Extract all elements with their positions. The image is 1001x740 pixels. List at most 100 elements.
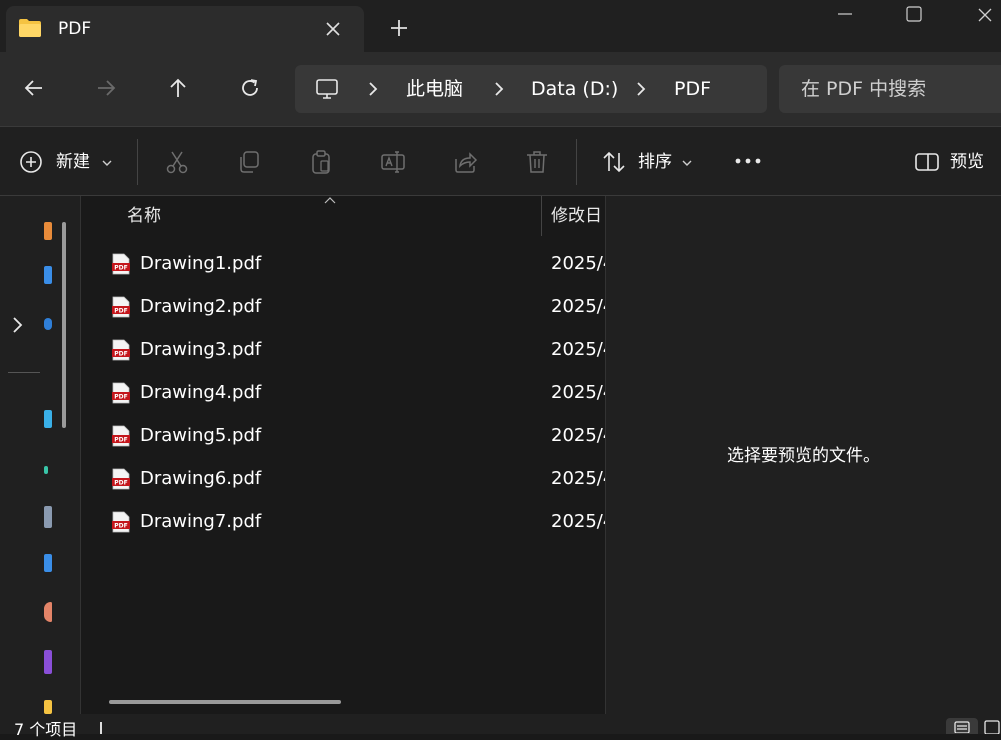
refresh-icon[interactable] bbox=[238, 76, 262, 100]
close-icon[interactable] bbox=[322, 18, 344, 40]
column-header-name[interactable]: 名称 bbox=[127, 204, 161, 228]
preview-button[interactable]: 预览 bbox=[950, 150, 984, 174]
sort-button[interactable]: 排序 bbox=[638, 150, 672, 174]
sort-icon[interactable] bbox=[601, 149, 627, 175]
minimize-icon[interactable] bbox=[834, 6, 856, 22]
navigation-pane bbox=[0, 196, 80, 714]
pictures-icon[interactable] bbox=[44, 554, 52, 572]
nav-scrollbar[interactable] bbox=[62, 222, 66, 428]
close-window-icon[interactable] bbox=[974, 4, 996, 26]
command-bar: 新建 排序 预览 bbox=[0, 126, 1001, 196]
pdf-file-icon: PDF bbox=[112, 339, 130, 361]
pdf-file-icon: PDF bbox=[112, 468, 130, 490]
file-modified-date: 2025/4 bbox=[551, 382, 605, 403]
pdf-file-icon: PDF bbox=[112, 511, 130, 533]
downloads-icon[interactable] bbox=[44, 466, 48, 474]
title-bar: PDF bbox=[0, 0, 1001, 52]
new-button[interactable]: 新建 bbox=[56, 150, 90, 174]
file-name: Drawing2.pdf bbox=[140, 296, 262, 317]
preview-message: 选择要预览的文件。 bbox=[727, 446, 880, 466]
toolbar-divider bbox=[137, 139, 138, 185]
horizontal-scrollbar[interactable] bbox=[109, 700, 341, 704]
details-view-button[interactable] bbox=[946, 718, 978, 734]
chevron-down-icon[interactable] bbox=[102, 159, 112, 167]
folder-icon bbox=[19, 19, 41, 37]
file-row[interactable]: PDF Drawing5.pdf 2025/4 bbox=[81, 415, 605, 458]
file-list: 名称 修改日 PDF Drawing1.pdf 2025/4 PDF Drawing2.… bbox=[81, 196, 605, 714]
svg-text:PDF: PDF bbox=[114, 523, 127, 530]
file-name: Drawing7.pdf bbox=[140, 511, 262, 532]
search-input[interactable]: 在 PDF 中搜索 bbox=[779, 65, 1001, 113]
column-divider[interactable] bbox=[541, 196, 542, 236]
sort-ascending-caret-icon bbox=[324, 197, 336, 204]
rename-icon[interactable] bbox=[380, 149, 406, 175]
more-options-icon[interactable] bbox=[734, 157, 762, 165]
file-name: Drawing4.pdf bbox=[140, 382, 262, 403]
desktop-icon[interactable] bbox=[44, 410, 52, 428]
file-row[interactable]: PDF Drawing4.pdf 2025/4 bbox=[81, 372, 605, 415]
chevron-down-icon[interactable] bbox=[682, 159, 692, 167]
nav-divider bbox=[8, 372, 40, 373]
breadcrumb-this-pc[interactable]: 此电脑 bbox=[406, 77, 463, 101]
paste-icon[interactable] bbox=[308, 149, 334, 175]
chevron-right-icon[interactable] bbox=[635, 81, 647, 97]
preview-pane: 选择要预览的文件。 bbox=[606, 196, 1001, 714]
forward-arrow-icon[interactable] bbox=[94, 76, 118, 100]
svg-text:PDF: PDF bbox=[114, 351, 127, 358]
svg-text:PDF: PDF bbox=[114, 437, 127, 444]
svg-text:PDF: PDF bbox=[114, 394, 127, 401]
preview-pane-icon[interactable] bbox=[914, 149, 940, 175]
pdf-file-icon: PDF bbox=[112, 296, 130, 318]
search-placeholder: 在 PDF 中搜索 bbox=[801, 78, 927, 100]
navigation-bar: 此电脑 Data (D:) PDF 在 PDF 中搜索 bbox=[0, 52, 1001, 126]
cut-icon[interactable] bbox=[164, 149, 190, 175]
file-modified-date: 2025/4 bbox=[551, 296, 605, 317]
share-icon[interactable] bbox=[452, 149, 478, 175]
status-separator bbox=[100, 722, 102, 734]
item-count: 7 个项目 bbox=[14, 720, 78, 739]
file-row[interactable]: PDF Drawing2.pdf 2025/4 bbox=[81, 286, 605, 329]
music-icon[interactable] bbox=[44, 602, 52, 622]
column-header-modified[interactable]: 修改日 bbox=[551, 204, 602, 228]
folder-icon[interactable] bbox=[44, 700, 52, 714]
new-plus-circle-icon[interactable] bbox=[18, 149, 44, 175]
file-row[interactable]: PDF Drawing7.pdf 2025/4 bbox=[81, 501, 605, 544]
computer-icon[interactable] bbox=[315, 77, 339, 101]
chevron-right-icon[interactable] bbox=[367, 81, 379, 97]
file-modified-date: 2025/4 bbox=[551, 425, 605, 446]
plus-icon[interactable] bbox=[388, 17, 410, 39]
videos-icon[interactable] bbox=[44, 650, 52, 674]
pdf-file-icon: PDF bbox=[112, 382, 130, 404]
file-name: Drawing5.pdf bbox=[140, 425, 262, 446]
chevron-right-icon[interactable] bbox=[493, 81, 505, 97]
copy-icon[interactable] bbox=[236, 149, 262, 175]
chevron-right-icon[interactable] bbox=[10, 316, 26, 334]
status-bar: 7 个项目 bbox=[0, 714, 1001, 739]
file-modified-date: 2025/4 bbox=[551, 468, 605, 489]
tab-pdf[interactable]: PDF bbox=[6, 6, 364, 52]
pdf-file-icon: PDF bbox=[112, 253, 130, 275]
svg-text:PDF: PDF bbox=[114, 265, 127, 272]
home-icon[interactable] bbox=[44, 222, 52, 240]
back-arrow-icon[interactable] bbox=[22, 76, 46, 100]
address-bar[interactable]: 此电脑 Data (D:) PDF bbox=[295, 65, 767, 113]
documents-icon[interactable] bbox=[44, 506, 52, 528]
svg-text:PDF: PDF bbox=[114, 480, 127, 487]
onedrive-icon[interactable] bbox=[44, 318, 52, 330]
breadcrumb-pdf[interactable]: PDF bbox=[674, 77, 711, 101]
pdf-file-icon: PDF bbox=[112, 425, 130, 447]
toolbar-divider bbox=[576, 139, 577, 185]
maximize-icon[interactable] bbox=[904, 4, 924, 24]
delete-icon[interactable] bbox=[524, 149, 550, 175]
file-row[interactable]: PDF Drawing6.pdf 2025/4 bbox=[81, 458, 605, 501]
up-arrow-icon[interactable] bbox=[166, 76, 190, 100]
gallery-icon[interactable] bbox=[44, 266, 52, 284]
file-name: Drawing1.pdf bbox=[140, 253, 262, 274]
file-name: Drawing6.pdf bbox=[140, 468, 262, 489]
tiles-view-icon[interactable] bbox=[984, 720, 1000, 734]
file-name: Drawing3.pdf bbox=[140, 339, 262, 360]
file-modified-date: 2025/4 bbox=[551, 253, 605, 274]
file-row[interactable]: PDF Drawing1.pdf 2025/4 bbox=[81, 243, 605, 286]
file-row[interactable]: PDF Drawing3.pdf 2025/4 bbox=[81, 329, 605, 372]
breadcrumb-data-drive[interactable]: Data (D:) bbox=[531, 77, 618, 101]
